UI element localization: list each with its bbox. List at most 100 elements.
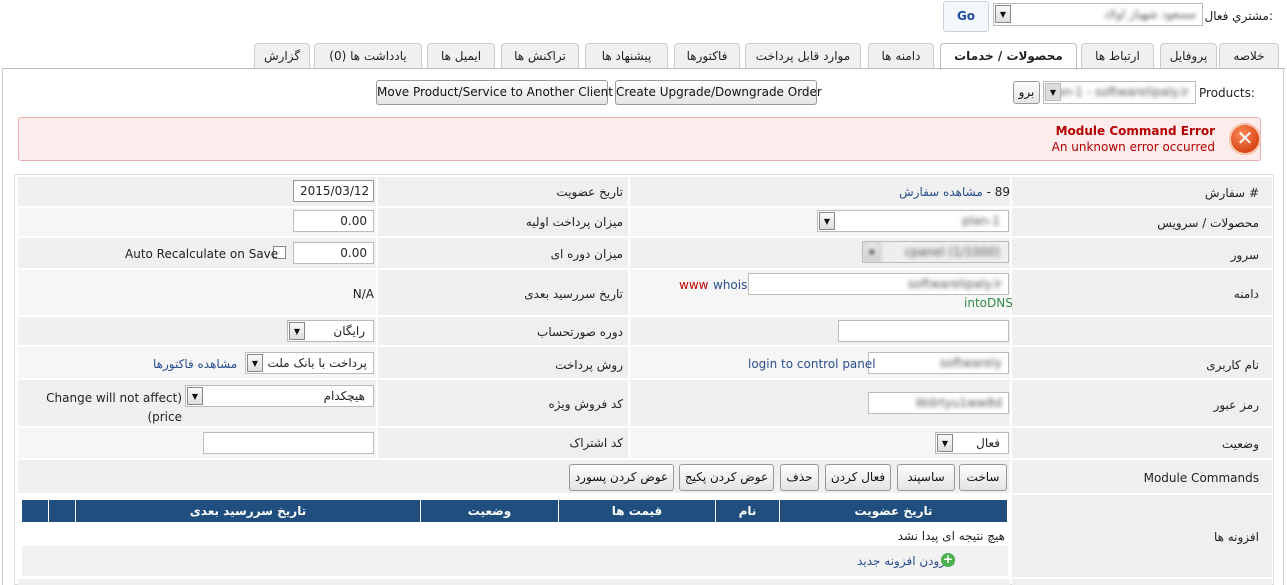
- billing-cycle-select[interactable]: رایگان ▼: [287, 320, 374, 342]
- tab-4[interactable]: دامنه ها: [868, 43, 934, 69]
- view-invoices-link[interactable]: مشاهده فاکتورها: [153, 357, 237, 371]
- tab-10[interactable]: یادداشت ها (0): [314, 43, 422, 69]
- active-client-select[interactable]: مسعود شهباز اولاد ▼: [993, 3, 1203, 26]
- recurring-input[interactable]: 0.00: [293, 242, 374, 264]
- products-go-button[interactable]: برو: [1013, 81, 1040, 104]
- promo-label: کد فروش ویژه: [548, 397, 623, 411]
- tab-7[interactable]: پیشنهاد ها: [585, 43, 668, 69]
- field-cell: [18, 270, 376, 315]
- payment-method-label: روش پرداخت: [555, 358, 623, 372]
- next-due-label: تاریخ سررسید بعدی: [524, 287, 623, 301]
- error-title: Module Command Error: [1055, 124, 1215, 138]
- chevron-down-icon: ▼: [995, 5, 1011, 23]
- promo-note: (Change will not affect price): [46, 391, 182, 424]
- www-link[interactable]: www: [679, 278, 708, 292]
- password-input-value: Wdrtyu1ww8d: [915, 396, 1002, 410]
- order-number: 89 - مشاهده سفارش: [899, 185, 1010, 199]
- chevron-down-icon: ▼: [1045, 83, 1061, 101]
- next-row-cell: [18, 579, 1010, 585]
- addons-column-header[interactable]: [22, 500, 49, 522]
- addons-column-header[interactable]: وضعیت: [421, 500, 559, 522]
- module-command-button[interactable]: ساسپند: [897, 464, 955, 491]
- tab-5[interactable]: موارد قابل پرداخت: [745, 43, 861, 69]
- label-cell: [1012, 579, 1272, 585]
- subscription-label: کد اشتراک: [569, 436, 623, 450]
- addons-column-header[interactable]: نام: [716, 500, 780, 522]
- recurring-label: میزان دوره ای: [550, 247, 623, 261]
- addons-column-header[interactable]: [49, 500, 76, 522]
- login-control-panel-link[interactable]: login to control panel: [748, 357, 876, 371]
- addons-empty-row: [22, 523, 1008, 545]
- status-label: وضعیت: [1221, 437, 1259, 451]
- reg-date-label: تاریخ عضویت: [556, 185, 623, 199]
- password-label: رمز عبور: [1213, 398, 1259, 412]
- active-client-label: مشتري فعال:: [1204, 9, 1273, 23]
- reg-date-input[interactable]: 2015/03/12: [293, 180, 374, 202]
- product-select[interactable]: plan-1 ▼: [817, 210, 1009, 232]
- module-command-button[interactable]: ساخت: [959, 464, 1007, 491]
- addons-column-header[interactable]: تاریخ سررسید بعدی: [76, 500, 421, 522]
- module-command-button[interactable]: عوض کردن پسورد: [569, 464, 674, 491]
- username-label: نام کاربری: [1206, 358, 1259, 372]
- billing-cycle-label: دوره صورتحساب: [537, 325, 623, 339]
- server-select[interactable]: cpanel (1/1000) ▼: [862, 241, 1009, 263]
- products-label: Products:: [1199, 86, 1255, 100]
- active-client-value: مسعود شهباز اولاد: [1103, 7, 1196, 21]
- domain-label: دامنه: [1233, 287, 1259, 301]
- username-input-value: softwarely: [940, 356, 1002, 370]
- server-label: سرور: [1230, 248, 1259, 262]
- tab-9[interactable]: ایمیل ها: [427, 43, 495, 69]
- addons-column-header[interactable]: قیمت ها: [559, 500, 716, 522]
- tab-8[interactable]: تراکنش ها: [501, 43, 579, 69]
- tab-1[interactable]: پروفایل: [1160, 43, 1217, 69]
- auto-recalc-label: Auto Recalculate on Save: [125, 247, 279, 261]
- password-input[interactable]: Wdrtyu1ww8d: [868, 392, 1009, 414]
- tab-0[interactable]: خلاصه: [1219, 43, 1279, 69]
- next-due-value: N/A: [352, 287, 374, 301]
- module-command-button[interactable]: عوض کردن پکیج: [679, 464, 774, 491]
- domain-input[interactable]: softwarelipaly.ir: [748, 273, 1009, 295]
- module-command-button[interactable]: حذف: [780, 464, 819, 491]
- username-input[interactable]: softwarely: [868, 352, 1009, 374]
- move-product-button[interactable]: Move Product/Service to Another Client: [376, 80, 613, 105]
- tab-2[interactable]: ارتباط ها: [1081, 43, 1154, 69]
- chevron-down-icon: ▼: [187, 387, 203, 405]
- chevron-down-icon: ▼: [247, 354, 263, 372]
- addons-empty-text: هیچ نتیجه ای پیدا نشد: [897, 529, 1005, 543]
- chevron-down-icon: ▼: [864, 243, 880, 261]
- first-payment-label: میزان پرداخت اولیه: [525, 215, 623, 229]
- chevron-down-icon: ▼: [819, 212, 835, 230]
- module-command-button[interactable]: فعال کردن: [825, 464, 891, 491]
- intodns-link[interactable]: intoDNS: [964, 296, 1013, 310]
- payment-method-value: پرداخت با بانک ملت: [267, 356, 367, 370]
- products-select[interactable]: plan-1 - softwarelipaly.ir ▼: [1043, 81, 1196, 104]
- domain-input-value: softwarelipaly.ir: [908, 277, 1002, 291]
- products-selected-value: plan-1 - softwarelipaly.ir: [1045, 85, 1189, 99]
- billing-cycle-value: رایگان: [333, 324, 365, 338]
- order-label: سفارش #: [1204, 186, 1259, 200]
- tab-6[interactable]: فاکتورها: [674, 43, 740, 69]
- whois-link[interactable]: whois: [713, 278, 747, 292]
- subscription-input[interactable]: [203, 432, 374, 454]
- product-label: محصولات / سرویس: [1157, 216, 1259, 230]
- go-button[interactable]: Go: [943, 1, 989, 32]
- order-number-value: 89 -: [982, 185, 1010, 199]
- module-commands-label: Module Commands: [1143, 471, 1259, 485]
- view-order-link[interactable]: مشاهده سفارش: [899, 185, 983, 199]
- upgrade-downgrade-button[interactable]: Create Upgrade/Downgrade Order: [615, 80, 822, 105]
- chevron-down-icon: ▼: [937, 434, 953, 452]
- first-payment-input[interactable]: 0.00: [293, 210, 374, 232]
- label-cell: [1012, 317, 1272, 345]
- tab-3[interactable]: محصولات / خدمات: [940, 43, 1077, 70]
- payment-method-select[interactable]: پرداخت با بانک ملت ▼: [245, 352, 374, 374]
- tab-11[interactable]: گزارش: [254, 43, 310, 69]
- status-select[interactable]: فعال ▼: [935, 432, 1009, 454]
- server-select-value: cpanel (1/1000): [904, 245, 1000, 259]
- addons-label: افزونه ها: [1213, 530, 1259, 544]
- promo-select[interactable]: هیچکدام ▼: [185, 385, 374, 407]
- chevron-down-icon: ▼: [289, 322, 305, 340]
- dedicated-ip-input[interactable]: [838, 320, 1009, 342]
- addons-column-header[interactable]: تاریخ عضویت: [780, 500, 1008, 522]
- promo-value: هیچکدام: [323, 389, 365, 403]
- add-plus-icon: +: [941, 552, 955, 567]
